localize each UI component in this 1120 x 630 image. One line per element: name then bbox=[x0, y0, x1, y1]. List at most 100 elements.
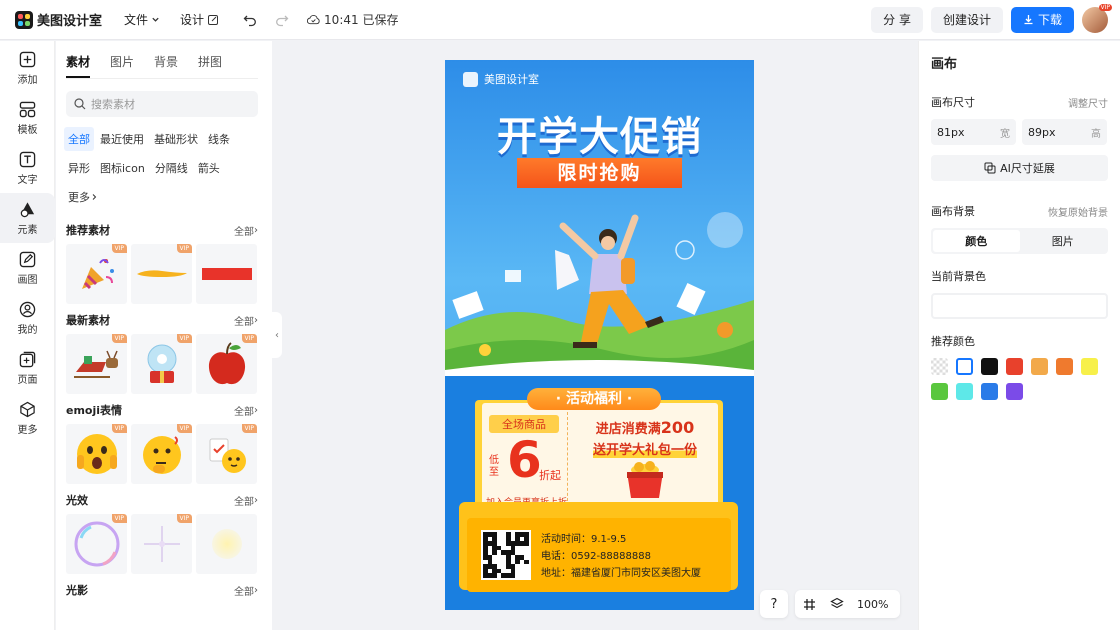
redo-button[interactable] bbox=[275, 13, 289, 27]
see-all-link[interactable]: 全部 › bbox=[234, 223, 258, 238]
chip-dividers[interactable]: 分隔线 bbox=[151, 156, 192, 180]
color-swatch[interactable] bbox=[1006, 358, 1023, 375]
layers-button[interactable] bbox=[823, 597, 851, 611]
avatar[interactable]: VIP bbox=[1082, 3, 1112, 33]
see-all-link[interactable]: 全部 › bbox=[234, 583, 258, 598]
nav-add[interactable]: 添加 bbox=[0, 43, 55, 93]
nav-text[interactable]: 文字 bbox=[0, 143, 55, 193]
poster-canvas[interactable]: 美图设计室 开学大促销 限时抢购 · 活动福利 · 全场商品 低至 6 折起 加… bbox=[445, 60, 754, 610]
chip-all[interactable]: 全部 bbox=[64, 127, 94, 151]
ai-resize-button[interactable]: AI尺寸延展 bbox=[931, 155, 1108, 181]
width-input[interactable]: 81px 宽 bbox=[931, 119, 1016, 145]
nav-pages[interactable]: 页面 bbox=[0, 343, 55, 393]
asset-thumb[interactable]: VIP bbox=[66, 424, 127, 484]
see-all-link[interactable]: 全部 › bbox=[234, 313, 258, 328]
nav-template[interactable]: 模板 bbox=[0, 93, 55, 143]
nav-draw[interactable]: 画图 bbox=[0, 243, 55, 293]
asset-thumb[interactable]: VIP bbox=[131, 244, 192, 304]
chip-irregular[interactable]: 异形 bbox=[64, 156, 94, 180]
see-all-label: 全部 bbox=[234, 226, 254, 238]
share-button[interactable]: 分 享 bbox=[871, 6, 923, 33]
nav-elements[interactable]: 元素 bbox=[0, 193, 55, 243]
gift-offer: 进店消费满200 送开学大礼包一份 bbox=[575, 418, 715, 458]
color-swatch[interactable] bbox=[956, 383, 973, 400]
color-swatch[interactable] bbox=[981, 358, 998, 375]
file-menu[interactable]: 文件 bbox=[124, 11, 160, 28]
chip-arrows[interactable]: 箭头 bbox=[194, 156, 224, 180]
poster-title: 开学大促销 bbox=[497, 114, 702, 160]
bg-type-image[interactable]: 图片 bbox=[1020, 230, 1107, 252]
see-all-link[interactable]: 全部 › bbox=[234, 493, 258, 508]
sleigh-icon bbox=[73, 350, 118, 378]
vip-badge: VIP bbox=[176, 334, 192, 343]
nav-mine[interactable]: 我的 bbox=[0, 293, 55, 343]
color-swatch[interactable] bbox=[1006, 383, 1023, 400]
dashed-divider bbox=[567, 412, 568, 506]
restore-bg-link[interactable]: 恢复原始背景 bbox=[1048, 204, 1108, 219]
tab-images[interactable]: 图片 bbox=[110, 53, 134, 78]
asset-thumb[interactable]: VIP bbox=[131, 514, 192, 574]
color-swatch[interactable] bbox=[931, 358, 948, 375]
cube-icon bbox=[20, 401, 35, 417]
chip-icons[interactable]: 图标icon bbox=[96, 156, 149, 180]
chip-recent[interactable]: 最近使用 bbox=[96, 127, 148, 151]
layers-icon bbox=[830, 597, 844, 609]
zoom-level[interactable]: 100% bbox=[851, 598, 900, 611]
create-design-button[interactable]: 创建设计 bbox=[930, 6, 1003, 33]
vip-badge: VIP bbox=[241, 334, 257, 343]
current-bg-color-input[interactable] bbox=[931, 293, 1108, 319]
chip-lines[interactable]: 线条 bbox=[204, 127, 234, 151]
asset-thumb[interactable] bbox=[196, 244, 257, 304]
chip-more-label: 更多 bbox=[68, 191, 90, 204]
poster-brand-text: 美图设计室 bbox=[484, 73, 539, 86]
section-title: 光影 bbox=[66, 584, 88, 597]
resize-link[interactable]: 调整尺寸 bbox=[1068, 95, 1108, 110]
nav-mine-label: 我的 bbox=[17, 324, 38, 336]
asset-thumb[interactable]: VIP bbox=[66, 244, 127, 304]
qr-code[interactable] bbox=[481, 530, 531, 580]
asset-thumb[interactable] bbox=[196, 514, 257, 574]
search-input[interactable]: 搜索素材 bbox=[66, 91, 258, 117]
height-input[interactable]: 89px 高 bbox=[1022, 119, 1107, 145]
color-swatch[interactable] bbox=[1081, 358, 1098, 375]
help-button[interactable]: ? bbox=[760, 590, 788, 618]
height-value: 89px bbox=[1028, 125, 1056, 139]
chip-basic-shapes[interactable]: 基础形状 bbox=[150, 127, 202, 151]
bg-type-color[interactable]: 颜色 bbox=[933, 230, 1020, 252]
search-icon bbox=[74, 98, 86, 110]
grid-toggle[interactable] bbox=[795, 598, 823, 611]
canvas-bg-label: 画布背景 bbox=[931, 205, 975, 218]
section-latest: 最新素材 全部 › VIP VIP VIP bbox=[66, 312, 258, 394]
asset-thumb[interactable]: VIP bbox=[131, 424, 192, 484]
snow-globe-icon bbox=[147, 344, 176, 383]
asset-thumb[interactable]: VIP bbox=[131, 334, 192, 394]
color-swatch[interactable] bbox=[931, 383, 948, 400]
chip-more[interactable]: 更多 bbox=[64, 185, 102, 209]
nav-more[interactable]: 更多 bbox=[0, 393, 55, 443]
tab-collage[interactable]: 拼图 bbox=[198, 53, 222, 78]
asset-thumb[interactable]: VIP bbox=[66, 514, 127, 574]
asset-thumb[interactable]: VIP bbox=[196, 424, 257, 484]
nav-text-label: 文字 bbox=[17, 174, 38, 186]
tab-materials[interactable]: 素材 bbox=[66, 53, 91, 78]
shapes-icon bbox=[20, 201, 35, 217]
collapse-panel-button[interactable]: ‹ bbox=[272, 312, 282, 358]
see-all-link[interactable]: 全部 › bbox=[234, 403, 258, 418]
color-swatch[interactable] bbox=[956, 358, 973, 375]
vip-badge: VIP bbox=[176, 514, 192, 523]
design-menu[interactable]: 设计 bbox=[180, 11, 219, 28]
download-button[interactable]: 下载 bbox=[1010, 6, 1074, 33]
color-swatch[interactable] bbox=[1056, 358, 1073, 375]
asset-thumb[interactable]: VIP bbox=[66, 334, 127, 394]
vip-badge: VIP bbox=[111, 244, 127, 253]
sparkle-icon bbox=[143, 526, 180, 562]
gift-offer-line1: 进店消费满200 bbox=[575, 418, 715, 437]
tab-backgrounds[interactable]: 背景 bbox=[154, 53, 178, 78]
undo-button[interactable] bbox=[243, 13, 257, 27]
color-swatch[interactable] bbox=[1031, 358, 1048, 375]
thinking-emoji-icon bbox=[142, 436, 181, 474]
app-logo[interactable]: 美图设计室 bbox=[15, 10, 102, 29]
color-swatch[interactable] bbox=[981, 383, 998, 400]
asset-thumb[interactable]: VIP bbox=[196, 334, 257, 394]
vip-badge: VIP bbox=[111, 334, 127, 343]
